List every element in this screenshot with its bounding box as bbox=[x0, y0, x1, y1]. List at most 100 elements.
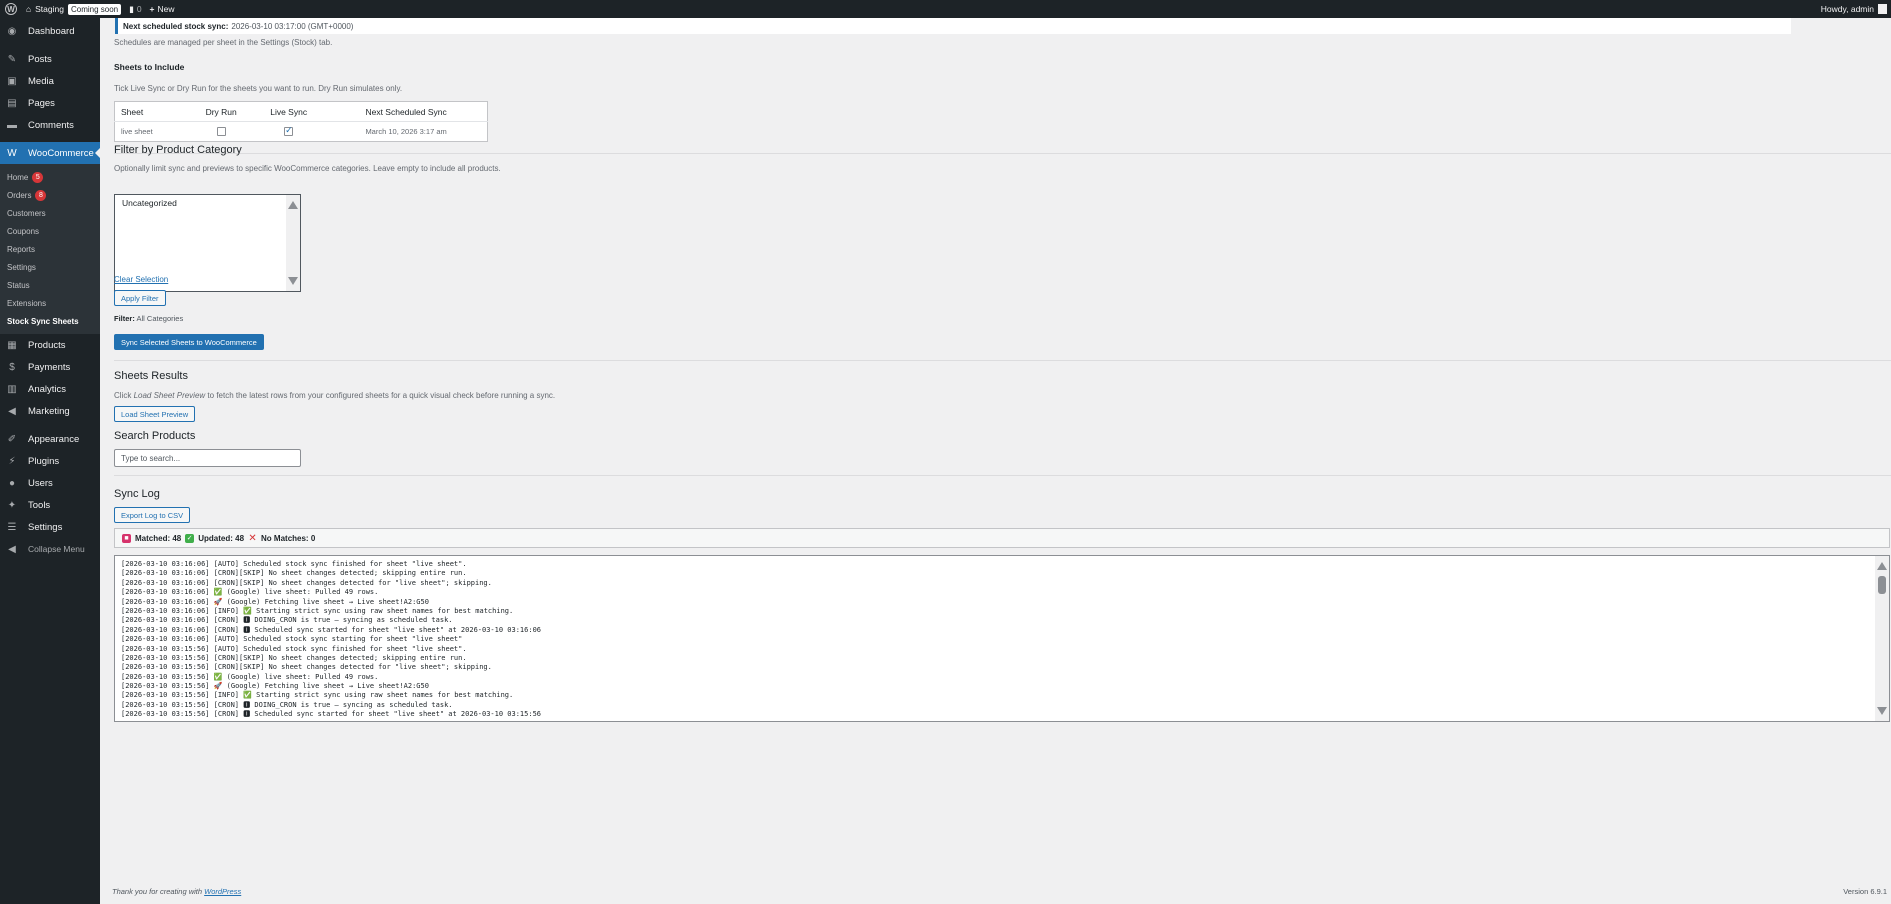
submenu-orders[interactable]: Orders 8 bbox=[0, 186, 100, 204]
no-match-x-icon: ✕ bbox=[248, 532, 257, 544]
submenu-home[interactable]: Home 5 bbox=[0, 168, 100, 186]
log-line: [2026-03-10 03:15:56] [CRON][SKIP] No sh… bbox=[121, 653, 467, 662]
comments-link[interactable]: ▮ 0 bbox=[125, 0, 145, 18]
submenu-stock-sync-sheets[interactable]: Stock Sync Sheets bbox=[0, 312, 100, 330]
woocommerce-icon: W bbox=[7, 147, 17, 159]
scroll-up-icon[interactable] bbox=[1877, 562, 1887, 570]
menu-analytics[interactable]: ▥ Analytics bbox=[0, 378, 100, 400]
log-line: [2026-03-10 03:15:56] ✅ (Google) live sh… bbox=[121, 672, 379, 681]
site-name-link[interactable]: ⌂ Staging Coming soon bbox=[22, 0, 125, 18]
sheet-name: live sheet bbox=[114, 121, 191, 142]
home-count-badge: 5 bbox=[32, 171, 44, 183]
menu-dashboard[interactable]: ◉ Dashboard bbox=[0, 20, 100, 42]
divider bbox=[114, 153, 1891, 154]
admin-bar: W ⌂ Staging Coming soon ▮ 0 + New Howdy,… bbox=[0, 0, 1891, 18]
pin-icon: ✎ bbox=[7, 53, 17, 65]
log-line: [2026-03-10 03:16:06] [AUTO] Scheduled s… bbox=[121, 560, 467, 568]
menu-users[interactable]: ● Users bbox=[0, 472, 100, 494]
megaphone-icon: ◀ bbox=[8, 405, 16, 417]
apply-filter-button[interactable]: Apply Filter bbox=[114, 290, 166, 306]
scroll-down-icon[interactable] bbox=[1877, 707, 1887, 715]
log-line: [2026-03-10 03:16:06] [INFO] ✅ Starting … bbox=[121, 606, 514, 615]
filter-status: Filter: All Categories bbox=[114, 314, 184, 323]
main-content: Next scheduled stock sync: 2026-03-10 03… bbox=[100, 18, 1891, 904]
next-scheduled-value: March 10, 2026 3:17 am bbox=[325, 121, 488, 142]
submenu-customers[interactable]: Customers bbox=[0, 204, 100, 222]
sheets-table: Sheet Dry Run Live Sync Next Scheduled S… bbox=[114, 101, 488, 142]
home-icon: ⌂ bbox=[26, 4, 32, 14]
menu-payments[interactable]: $ Payments bbox=[0, 356, 100, 378]
search-products-input[interactable]: Type to search... bbox=[114, 449, 301, 467]
log-line: [2026-03-10 03:16:06] [CRON] 🅸 DOING_CRO… bbox=[121, 616, 453, 625]
clear-selection-link[interactable]: Clear Selection bbox=[114, 275, 168, 284]
pages-icon: ▤ bbox=[7, 97, 17, 109]
log-line: [2026-03-10 03:15:56] [INFO] ✅ Starting … bbox=[121, 691, 514, 700]
log-line: [2026-03-10 03:15:56] [CRON] 🅸 DOING_CRO… bbox=[121, 700, 453, 709]
log-line: [2026-03-10 03:16:06] [AUTO] Scheduled s… bbox=[121, 635, 463, 644]
category-option[interactable]: Uncategorized bbox=[122, 198, 293, 208]
sync-stats-bar: ■ Matched: 48 ✓ Updated: 48 ✕ No Matches… bbox=[114, 528, 1890, 548]
results-heading: Sheets Results bbox=[114, 370, 188, 382]
coming-soon-badge[interactable]: Coming soon bbox=[67, 3, 122, 15]
col-next-scheduled: Next Scheduled Sync bbox=[365, 106, 447, 117]
user-icon: ● bbox=[8, 477, 16, 489]
menu-products[interactable]: ▦ Products bbox=[0, 334, 100, 356]
scroll-thumb[interactable] bbox=[1878, 576, 1886, 594]
log-line: [2026-03-10 03:16:06] [CRON][SKIP] No sh… bbox=[121, 569, 467, 578]
scroll-up-icon[interactable] bbox=[288, 201, 298, 209]
menu-tools[interactable]: ✦ Tools bbox=[0, 494, 100, 516]
menu-plugins[interactable]: ⚡ Plugins bbox=[0, 450, 100, 472]
brush-icon: ✐ bbox=[7, 433, 17, 445]
col-live-sync: Live Sync bbox=[270, 106, 308, 117]
avatar bbox=[1878, 4, 1887, 14]
scroll-down-icon[interactable] bbox=[288, 277, 298, 285]
footer-version: Version 6.9.1 bbox=[1843, 887, 1887, 896]
new-content-link[interactable]: + New bbox=[146, 0, 179, 18]
menu-comments[interactable]: ▬ Comments bbox=[0, 114, 100, 136]
products-icon: ▦ bbox=[7, 339, 17, 351]
wordpress-logo-icon[interactable]: W bbox=[0, 0, 22, 18]
wordpress-link[interactable]: WordPress bbox=[204, 887, 241, 896]
export-log-button[interactable]: Export Log to CSV bbox=[114, 507, 191, 523]
plugin-icon: ⚡ bbox=[8, 455, 16, 467]
menu-marketing[interactable]: ◀ Marketing bbox=[0, 400, 100, 422]
submenu-coupons[interactable]: Coupons bbox=[0, 222, 100, 240]
no-matches-count: No Matches: 0 bbox=[261, 533, 316, 543]
log-line: [2026-03-10 03:16:06] [CRON][SKIP] No sh… bbox=[121, 578, 492, 587]
log-line: [2026-03-10 03:15:56] [AUTO] Scheduled s… bbox=[121, 644, 467, 653]
listbox-scrollbar[interactable] bbox=[286, 195, 300, 291]
sheets-description: Tick Live Sync or Dry Run for the sheets… bbox=[114, 84, 403, 93]
next-sync-notice: Next scheduled stock sync: 2026-03-10 03… bbox=[115, 18, 1791, 34]
settings-icon: ☰ bbox=[7, 521, 17, 533]
menu-posts[interactable]: ✎ Posts bbox=[0, 48, 100, 70]
dry-run-checkbox[interactable] bbox=[216, 127, 226, 137]
collapse-menu-button[interactable]: ◀ Collapse Menu bbox=[0, 538, 100, 560]
live-sync-checkbox[interactable] bbox=[284, 125, 294, 137]
results-description: Click Load Sheet Preview to fetch the la… bbox=[114, 391, 556, 400]
submenu-settings[interactable]: Settings bbox=[0, 258, 100, 276]
footer-thanks: Thank you for creating with WordPress bbox=[112, 887, 242, 896]
table-row: live sheet March 10, 2026 3:17 am bbox=[114, 121, 488, 142]
plus-icon: + bbox=[149, 4, 155, 14]
log-scrollbar[interactable] bbox=[1875, 556, 1889, 721]
sync-selected-button[interactable]: Sync Selected Sheets to WooCommerce bbox=[114, 334, 264, 350]
my-account[interactable]: Howdy, admin bbox=[1821, 4, 1891, 14]
analytics-icon: ▥ bbox=[7, 383, 17, 395]
menu-appearance[interactable]: ✐ Appearance bbox=[0, 428, 100, 450]
schedules-note: Schedules are managed per sheet in the S… bbox=[114, 38, 333, 47]
menu-woocommerce[interactable]: W WooCommerce bbox=[0, 142, 100, 164]
sync-log-heading: Sync Log bbox=[114, 488, 160, 500]
woocommerce-submenu: Home 5 Orders 8 Customers Coupons Reports … bbox=[0, 164, 100, 334]
sync-log-box[interactable]: [2026-03-10 03:16:06] [AUTO] Scheduled s… bbox=[114, 555, 1890, 722]
col-sheet: Sheet bbox=[121, 106, 144, 117]
filter-heading: Filter by Product Category bbox=[114, 144, 242, 156]
submenu-extensions[interactable]: Extensions bbox=[0, 294, 100, 312]
submenu-reports[interactable]: Reports bbox=[0, 240, 100, 258]
log-line: [2026-03-10 03:16:06] ✅ (Google) live sh… bbox=[121, 588, 379, 597]
submenu-status[interactable]: Status bbox=[0, 276, 100, 294]
menu-pages[interactable]: ▤ Pages bbox=[0, 92, 100, 114]
load-sheet-preview-button[interactable]: Load Sheet Preview bbox=[114, 406, 196, 422]
menu-media[interactable]: ▣ Media bbox=[0, 70, 100, 92]
menu-settings[interactable]: ☰ Settings bbox=[0, 516, 100, 538]
comment-bubble-icon: ▮ bbox=[129, 3, 134, 14]
